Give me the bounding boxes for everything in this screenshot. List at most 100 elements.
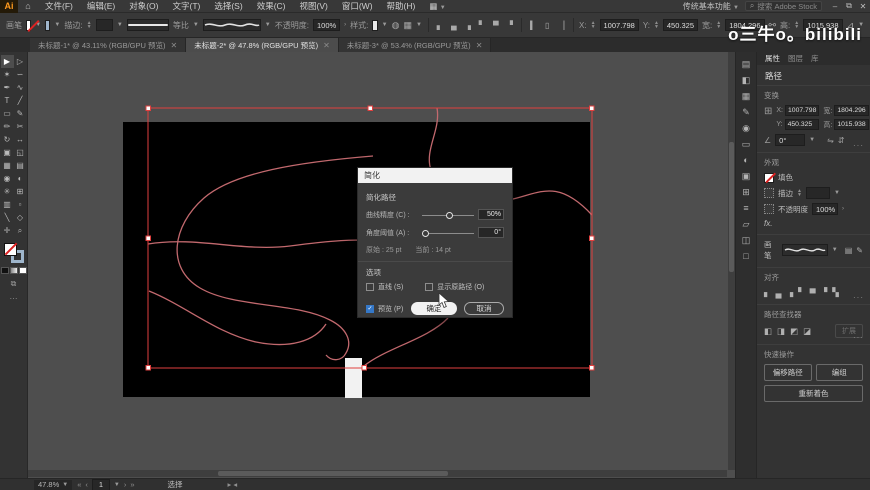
pathfinder-more-options[interactable]: ··· [853,333,864,342]
distribute-right-icon[interactable]: ▕ [556,21,567,30]
zoom-level-dropdown[interactable]: 47.8% ▼ [34,480,72,490]
fill-swatch[interactable] [26,20,31,31]
paintbrush-tool[interactable]: ✎ [14,107,27,120]
preferences-grid-icon[interactable]: ▦ [403,20,412,31]
offset-path-button[interactable]: 偏移路径 [764,364,812,381]
cancel-button[interactable]: 取消 [464,302,504,315]
zoom-tool[interactable]: ⌕ [14,224,27,237]
panel-height-field[interactable]: 1015.938 [834,119,868,130]
mesh-tool[interactable]: ▦ [1,159,14,172]
recolor-button[interactable]: 重新着色 [764,385,863,402]
graphic-styles-panel-icon[interactable]: ≡ [743,204,748,213]
horizontal-scrollbar[interactable] [28,470,727,477]
minimize-button[interactable]: – [828,2,842,11]
none-mode-button[interactable] [19,267,27,274]
vscroll-thumb[interactable] [729,142,734,272]
restore-button[interactable]: ⧉ [842,1,856,11]
stroke-profile-dropdown[interactable] [127,19,169,31]
menu-effect[interactable]: 效果(C) [250,0,293,12]
align-top-icon[interactable]: ▘ [476,21,487,30]
stroke-panel-icon[interactable]: ▭ [742,140,751,149]
slider-knob[interactable] [422,230,429,237]
align-options-icon[interactable]: ▖ [764,287,771,298]
free-transform-tool[interactable]: ◱ [14,146,27,159]
rotate-tool[interactable]: ↻ [1,133,14,146]
transparency-panel-icon[interactable]: ▣ [742,172,751,181]
gradient-mode-button[interactable] [10,267,18,274]
opacity-more-arrow[interactable]: › [344,22,346,28]
panel-stroke-swatch[interactable] [764,188,774,198]
menu-type[interactable]: 文字(T) [165,0,207,12]
panel-y-field[interactable]: 450.325 [785,119,820,130]
symbol-sprayer-tool[interactable]: ✳ [1,185,14,198]
document-setup-icon[interactable]: ◍ [392,20,400,31]
menu-view[interactable]: 视图(V) [293,0,335,12]
align-hcenter-icon[interactable]: ▄ [448,21,459,30]
arrange-documents-icon[interactable]: ▦ ▼ [422,1,452,12]
curvature-tool[interactable]: ∿ [14,81,27,94]
tab-libraries[interactable]: 库 [811,53,819,64]
tab-close-icon[interactable]: ✕ [323,41,330,50]
last-artboard-button[interactable]: » [130,480,134,489]
reference-point-icon[interactable]: ⊞ [764,105,772,119]
curve-precision-value[interactable]: 50% [478,209,504,220]
pen-tool[interactable]: ✒ [1,81,14,94]
straight-lines-checkbox[interactable]: 直线 (S) [366,282,403,292]
stock-search-input[interactable]: ⌕ 搜索 Adobe Stock [745,1,822,11]
layers-panel-icon[interactable]: ▱ [743,220,750,229]
slice-tool[interactable]: ▫ [14,198,27,211]
appearance-panel-icon[interactable]: ⊞ [742,188,750,197]
swatches-panel-icon[interactable]: ▦ [742,92,751,101]
hand-tool[interactable]: ✛ [1,224,14,237]
transform-more-options[interactable]: ··· [853,141,864,150]
x-field[interactable]: 1007.798 [600,19,639,31]
dialog-title-bar[interactable]: 简化 [358,168,512,183]
curve-precision-slider[interactable] [422,211,474,219]
show-original-checkbox[interactable]: 显示原路径 (O) [425,282,484,292]
pathfinder-intersect-icon[interactable]: ◩ [790,326,798,337]
angle-threshold-value[interactable]: 0° [478,227,504,238]
y-field[interactable]: 450.325 [663,19,698,31]
toolbar-more-icon[interactable]: ··· [10,294,18,303]
direct-selection-tool[interactable]: ▷ [14,55,27,68]
brushes-panel-icon[interactable]: ✎ [742,108,750,117]
fill-proxy-none[interactable] [4,243,17,256]
align-bottom-icon[interactable]: ▚ [832,287,839,298]
prev-artboard-button[interactable]: ‹ [85,480,88,489]
shape-builder-tool[interactable]: ╲ [1,211,14,224]
flip-vertical-icon[interactable]: ⇵ [838,136,845,145]
style-swatch[interactable] [372,20,377,31]
opacity-options-arrow[interactable]: › [842,206,844,212]
color-mode-button[interactable] [1,267,9,274]
align-more-options[interactable]: ··· [853,293,864,302]
close-button[interactable]: ✕ [856,2,870,11]
gradient-panel-icon[interactable]: ◐ [743,156,748,165]
distribute-center-icon[interactable]: ▯ [542,21,553,30]
tab-properties[interactable]: 属性 [765,53,780,64]
tab-close-icon[interactable]: ✕ [171,41,178,50]
align-vcenter-icon[interactable]: ▝ [821,287,828,298]
rotate-angle-field[interactable]: 0° [775,134,805,146]
lasso-tool[interactable]: ∽ [14,68,27,81]
perspective-grid-tool[interactable]: ◇ [14,211,27,224]
vertical-scrollbar[interactable] [728,52,735,470]
panel-stroke-weight-field[interactable] [806,187,830,199]
draw-mode-icon[interactable]: ⧉ [11,279,17,289]
checkbox-unchecked[interactable] [366,283,374,291]
artboards-panel-icon[interactable]: ◫ [742,236,751,245]
menu-window[interactable]: 窗口(W) [335,0,380,12]
panel-width-field[interactable]: 1804.296 [834,105,868,116]
gradient-tool[interactable]: ▤ [14,159,27,172]
app-logo[interactable]: Ai [0,0,18,13]
first-artboard-button[interactable]: « [77,480,81,489]
menu-select[interactable]: 选择(S) [207,0,249,12]
checkbox-checked[interactable]: ✓ [366,305,374,313]
eyedropper-tool[interactable]: ◉ [1,172,14,185]
blend-tool[interactable]: ◐ [14,172,27,185]
document-tab-3[interactable]: 未标题-3* @ 53.4% (RGB/GPU 预览) ✕ [339,38,492,52]
brush-definition-dropdown[interactable] [203,19,261,31]
scissors-tool[interactable]: ✂ [14,120,27,133]
group-button[interactable]: 编组 [816,364,864,381]
status-expand-arrows[interactable]: ▸ ◂ [228,480,238,489]
align-bottom-icon[interactable]: ▝ [504,21,515,30]
